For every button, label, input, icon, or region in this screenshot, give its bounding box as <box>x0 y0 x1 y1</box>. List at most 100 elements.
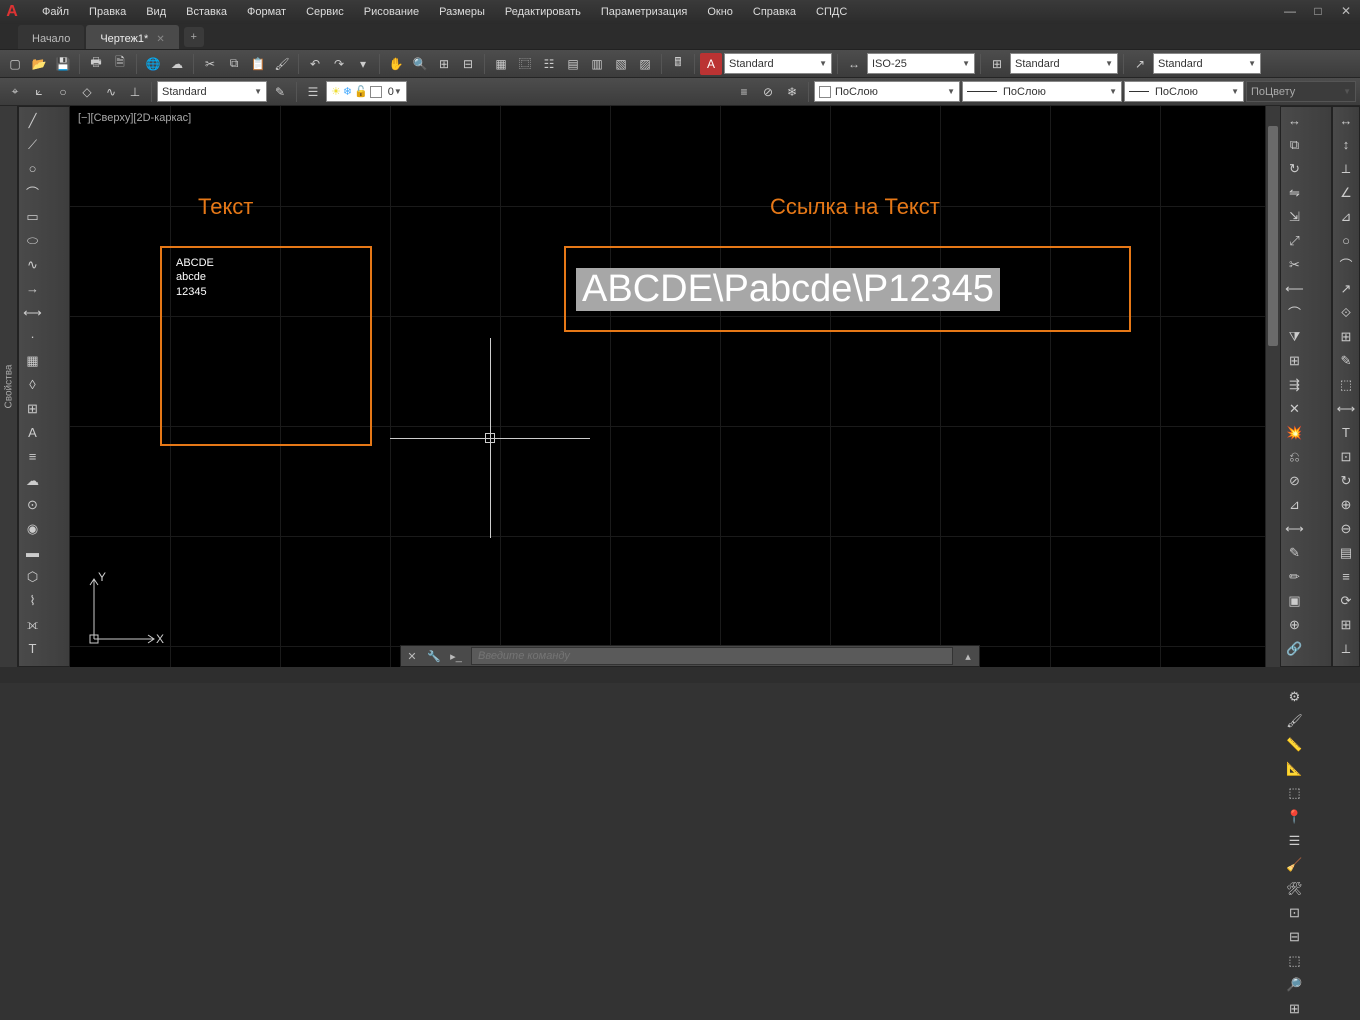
hatch-icon[interactable]: ▦ <box>21 349 44 372</box>
dim9-icon[interactable]: ⟐ <box>1335 301 1357 324</box>
chamfer-icon[interactable]: ⧩ <box>1283 325 1306 348</box>
id-icon[interactable]: 📍 <box>1283 805 1306 828</box>
ellipse-icon[interactable]: ⬭ <box>21 229 44 252</box>
dim4-icon[interactable]: ∠ <box>1335 181 1357 204</box>
ped-icon[interactable]: ✎ <box>1283 541 1306 564</box>
osnap2-icon[interactable]: ⟀ <box>28 81 50 103</box>
cmd-config-icon[interactable]: 🔧 <box>423 646 445 666</box>
osnap4-icon[interactable]: ◇ <box>76 81 98 103</box>
print-icon[interactable]: 🖶 <box>85 53 107 75</box>
dim14-icon[interactable]: T <box>1335 421 1357 444</box>
dim22-icon[interactable]: ⊞ <box>1335 613 1357 636</box>
circle-icon[interactable]: ○ <box>21 157 44 180</box>
helix-icon[interactable]: ⌇ <box>21 589 44 612</box>
dim20-icon[interactable]: ≡ <box>1335 565 1357 588</box>
polyline-icon[interactable]: ⟋ <box>21 133 44 156</box>
match-icon[interactable]: 🖌 <box>1283 709 1306 732</box>
block-icon[interactable]: ▣ <box>1283 589 1306 612</box>
lineweight-dropdown[interactable]: ПоСлою▼ <box>1124 81 1244 102</box>
open-icon[interactable]: 📂 <box>28 53 50 75</box>
new-icon[interactable]: ▢ <box>4 53 26 75</box>
menu-help[interactable]: Справка <box>743 2 806 22</box>
command-input[interactable] <box>471 647 953 665</box>
menu-dimension[interactable]: Размеры <box>429 2 495 22</box>
spline-icon[interactable]: ∿ <box>21 253 44 276</box>
close-button[interactable]: ✕ <box>1332 0 1360 22</box>
linetype-dropdown[interactable]: ПоСлою▼ <box>962 81 1122 102</box>
array-icon[interactable]: ⊞ <box>1283 349 1306 372</box>
dim19-icon[interactable]: ▤ <box>1335 541 1357 564</box>
move-icon[interactable]: ↔ <box>1283 109 1306 132</box>
text-icon[interactable]: T <box>21 637 44 660</box>
copy-icon[interactable]: ⧉ <box>1283 133 1306 156</box>
dist-icon[interactable]: 📐 <box>1283 757 1306 780</box>
donut-icon[interactable]: ◉ <box>21 517 44 540</box>
menu-edit[interactable]: Правка <box>79 2 136 22</box>
rect-icon[interactable]: ▭ <box>21 205 44 228</box>
calc-icon[interactable]: 🖩 <box>667 53 689 75</box>
dim15-icon[interactable]: ⊡ <box>1335 445 1357 468</box>
layer-style-dropdown[interactable]: Standard▼ <box>157 81 267 102</box>
menu-modify[interactable]: Редактировать <box>495 2 591 22</box>
menu-draw[interactable]: Рисование <box>354 2 429 22</box>
zoomprev-icon[interactable]: ⊟ <box>457 53 479 75</box>
layermgr-icon[interactable]: ☰ <box>302 81 324 103</box>
arc-icon[interactable]: ⌒ <box>21 181 44 204</box>
dim16-icon[interactable]: ↻ <box>1335 469 1357 492</box>
field-box[interactable]: ABCDE\Pabcde\P12345 <box>564 246 1131 332</box>
menu-file[interactable]: Файл <box>32 2 79 22</box>
dcenter-icon[interactable]: ▤ <box>562 53 584 75</box>
dim3-icon[interactable]: ⟂ <box>1335 157 1357 180</box>
layer-state-dropdown[interactable]: ☀❄🔓0▼ <box>326 81 407 102</box>
menu-tools[interactable]: Сервис <box>296 2 354 22</box>
revcloud-icon[interactable]: ☁ <box>21 469 44 492</box>
menu-parametric[interactable]: Параметризация <box>591 2 697 22</box>
vertical-scrollbar[interactable] <box>1265 106 1280 667</box>
mleader-style-dropdown[interactable]: Standard▼ <box>1153 53 1261 74</box>
wipeout-icon[interactable]: ⊙ <box>21 493 44 516</box>
dim13-icon[interactable]: ⟷ <box>1335 397 1357 420</box>
mtext-box[interactable]: ABCDE abcde 12345 <box>160 246 372 446</box>
fillet-icon[interactable]: ⌒ <box>1283 301 1306 324</box>
minimize-button[interactable]: — <box>1276 0 1304 22</box>
3dpoly-icon[interactable]: ⟗ <box>21 613 44 636</box>
copy-icon[interactable]: ⧉ <box>223 53 245 75</box>
lengthen-icon[interactable]: ⟷ <box>1283 517 1306 540</box>
region-icon[interactable]: ◊ <box>21 373 44 396</box>
drawing-canvas[interactable]: [−][Сверху][2D-каркас] Текст Ссылка на Т… <box>70 106 1280 667</box>
dim17-icon[interactable]: ⊕ <box>1335 493 1357 516</box>
dim6-icon[interactable]: ○ <box>1335 229 1357 252</box>
dim10-icon[interactable]: ⊞ <box>1335 325 1357 348</box>
text-style-dropdown[interactable]: Standard▼ <box>724 53 832 74</box>
preview-icon[interactable]: 🗎 <box>109 53 131 75</box>
audit-icon[interactable]: 🛠 <box>1283 877 1306 900</box>
dim23-icon[interactable]: ⟂ <box>1335 637 1357 660</box>
extend-icon[interactable]: ⟵ <box>1283 277 1306 300</box>
dim8-icon[interactable]: ↗ <box>1335 277 1357 300</box>
textstyle-icon[interactable]: A <box>700 53 722 75</box>
sel-icon[interactable]: ⬚ <box>1283 949 1306 972</box>
cmd-expand-icon[interactable]: ▴ <box>957 646 979 666</box>
ray-icon[interactable]: → <box>21 277 44 300</box>
tablestyle-icon[interactable]: ⊞ <box>986 53 1008 75</box>
break-icon[interactable]: ⊘ <box>1283 469 1306 492</box>
line-icon[interactable]: ╱ <box>21 109 44 132</box>
list-icon[interactable]: ☰ <box>1283 829 1306 852</box>
stretch-icon[interactable]: ⇲ <box>1283 205 1306 228</box>
matchprop-icon[interactable]: 🖌 <box>271 53 293 75</box>
find-icon[interactable]: 🔎 <box>1283 973 1306 996</box>
cut-icon[interactable]: ✂ <box>199 53 221 75</box>
dim18-icon[interactable]: ⊖ <box>1335 517 1357 540</box>
solid-icon[interactable]: ▬ <box>21 541 44 564</box>
dim-style-dropdown[interactable]: ISO-25▼ <box>867 53 975 74</box>
dim21-icon[interactable]: ⟳ <box>1335 589 1357 612</box>
explode-icon[interactable]: 💥 <box>1283 421 1306 444</box>
dim2-icon[interactable]: ↕ <box>1335 133 1357 156</box>
cloud-icon[interactable]: ☁ <box>166 53 188 75</box>
xline-icon[interactable]: ⟷ <box>21 301 44 324</box>
tab-add-button[interactable]: + <box>184 27 204 47</box>
point-icon[interactable]: · <box>21 325 44 348</box>
osnap6-icon[interactable]: ⊥ <box>124 81 146 103</box>
command-line[interactable]: ✕ 🔧 ▸_ ▴ <box>400 645 980 667</box>
scale-icon[interactable]: ⤢ <box>1283 229 1306 252</box>
